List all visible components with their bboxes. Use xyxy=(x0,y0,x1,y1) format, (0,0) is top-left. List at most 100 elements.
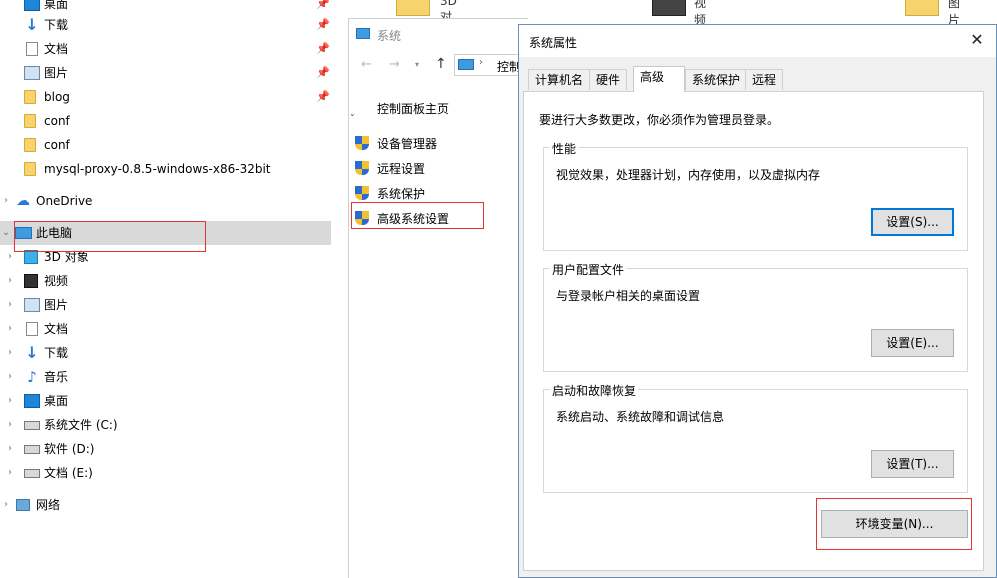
up-arrow-icon[interactable]: ↑ xyxy=(435,56,447,72)
computer-icon xyxy=(15,227,32,239)
nav-item-pc-desktop[interactable]: › 桌面 xyxy=(0,389,331,413)
close-icon[interactable]: ✕ xyxy=(966,29,988,51)
nav-item-pc-download[interactable]: › ↓ 下载 xyxy=(0,341,331,365)
nav-label: 3D 对象 xyxy=(44,250,89,264)
document-icon xyxy=(26,322,38,336)
tab-hardware[interactable]: 硬件 xyxy=(589,69,628,90)
nav-label: 图片 xyxy=(44,298,69,312)
chevron-down-icon[interactable]: ⌄ xyxy=(349,109,356,118)
pin-icon[interactable]: 📌 xyxy=(316,85,330,109)
admin-note: 要进行大多数更改，你必须作为管理员登录。 xyxy=(539,113,780,127)
3d-objects-folder-icon[interactable] xyxy=(396,0,430,16)
nav-item-drive-e[interactable]: › 文档 (E:) xyxy=(0,461,331,485)
tab-system-protection[interactable]: 系统保护 xyxy=(685,69,748,90)
nav-label: 此电脑 xyxy=(36,226,73,240)
nav-item-drive-d[interactable]: › 软件 (D:) xyxy=(0,437,331,461)
pin-icon[interactable]: 📌 xyxy=(316,61,330,85)
nav-item-documents[interactable]: 文档 📌 xyxy=(0,37,331,61)
link-label: 远程设置 xyxy=(377,162,426,176)
uac-shield-icon xyxy=(355,136,369,152)
back-arrow-icon[interactable]: ← xyxy=(361,57,372,72)
nav-item-drive-c[interactable]: › 系统文件 (C:) xyxy=(0,413,331,437)
uac-shield-icon xyxy=(355,161,369,177)
nav-label: 系统文件 (C:) xyxy=(44,418,118,432)
nav-item-network[interactable]: › 网络 xyxy=(0,493,331,517)
nav-item-download[interactable]: ↓ 下载 📌 xyxy=(0,13,331,37)
performance-group: 性能 视觉效果，处理器计划，内存使用，以及虚拟内存 设置(S)... xyxy=(543,140,968,251)
nav-label: 文档 xyxy=(44,42,69,56)
cloud-icon: ☁ xyxy=(16,193,30,209)
network-icon xyxy=(16,499,30,511)
chevron-right-icon[interactable]: › xyxy=(4,245,16,269)
picture-icon xyxy=(24,66,40,80)
tab-remote[interactable]: 远程 xyxy=(745,69,784,90)
chevron-right-icon[interactable]: › xyxy=(4,317,16,341)
chevron-right-icon[interactable]: › xyxy=(4,293,16,317)
environment-variables-button[interactable]: 环境变量(N)... xyxy=(821,510,968,538)
nav-item-onedrive[interactable]: › ☁ OneDrive xyxy=(0,189,331,213)
video-folder-icon[interactable] xyxy=(652,0,686,16)
folder-icon xyxy=(24,162,36,176)
tab-advanced[interactable]: 高级 xyxy=(633,66,685,92)
nav-label: 网络 xyxy=(36,498,61,512)
group-description: 系统启动、系统故障和调试信息 xyxy=(556,410,725,424)
chevron-right-icon[interactable]: › xyxy=(0,189,12,213)
chevron-right-icon[interactable]: › xyxy=(4,365,16,389)
picture-icon xyxy=(24,298,40,312)
nav-label: 视频 xyxy=(44,274,69,288)
chevron-right-icon[interactable]: › xyxy=(4,437,16,461)
user-profiles-settings-button[interactable]: 设置(E)... xyxy=(871,329,954,357)
folder-icon xyxy=(24,138,36,152)
group-label: 用户配置文件 xyxy=(550,261,627,278)
video-icon xyxy=(24,274,38,288)
pin-icon[interactable]: 📌 xyxy=(316,37,330,61)
chevron-right-icon[interactable]: › xyxy=(0,493,12,517)
link-label: 设备管理器 xyxy=(377,137,438,151)
control-panel-home-link[interactable]: 控制面板主页 xyxy=(377,100,449,117)
drive-icon xyxy=(24,469,40,478)
picture-folder-icon[interactable] xyxy=(905,0,939,16)
nav-label: conf xyxy=(44,114,70,128)
performance-settings-button[interactable]: 设置(S)... xyxy=(871,208,954,236)
nav-item-mysql-proxy[interactable]: mysql-proxy-0.8.5-windows-x86-32bit xyxy=(0,157,331,181)
dialog-title: 系统属性 xyxy=(529,36,578,50)
dialog-titlebar[interactable]: 系统属性 ✕ xyxy=(519,25,996,57)
nav-item-music[interactable]: › ♪ 音乐 xyxy=(0,365,331,389)
chevron-down-icon[interactable]: ▾ xyxy=(415,60,419,69)
nav-label: OneDrive xyxy=(36,194,93,208)
forward-arrow-icon[interactable]: → xyxy=(389,57,400,72)
breadcrumb-separator-icon: › xyxy=(479,57,483,68)
nav-item-pictures[interactable]: 图片 📌 xyxy=(0,61,331,85)
computer-icon xyxy=(458,59,474,70)
chevron-right-icon[interactable]: › xyxy=(4,461,16,485)
music-icon: ♪ xyxy=(27,368,37,386)
nav-label: mysql-proxy-0.8.5-windows-x86-32bit xyxy=(44,162,271,176)
chevron-right-icon[interactable]: › xyxy=(4,269,16,293)
desktop-icon xyxy=(24,0,40,11)
group-description: 视觉效果，处理器计划，内存使用，以及虚拟内存 xyxy=(556,168,821,182)
nav-item-video[interactable]: › 视频 xyxy=(0,269,331,293)
startup-recovery-settings-button[interactable]: 设置(T)... xyxy=(871,450,954,478)
nav-item-conf-2[interactable]: conf xyxy=(0,133,331,157)
folder-icon xyxy=(24,90,36,104)
nav-item-this-pc[interactable]: ⌄ 此电脑 xyxy=(0,221,331,245)
user-profiles-group: 用户配置文件 与登录帐户相关的桌面设置 设置(E)... xyxy=(543,261,968,372)
group-label: 性能 xyxy=(550,140,579,157)
system-drive-icon xyxy=(24,421,40,430)
system-properties-dialog: 系统属性 ✕ 计算机名 硬件 高级 系统保护 远程 要进行大多数更改，你必须作为… xyxy=(518,24,997,578)
nav-label: conf xyxy=(44,138,70,152)
nav-item-pc-pictures[interactable]: › 图片 xyxy=(0,293,331,317)
pin-icon[interactable]: 📌 xyxy=(316,13,330,37)
chevron-right-icon[interactable]: › xyxy=(4,413,16,437)
nav-item-conf-1[interactable]: conf xyxy=(0,109,331,133)
nav-item-3d-objects[interactable]: › 3D 对象 xyxy=(0,245,331,269)
chevron-right-icon[interactable]: › xyxy=(4,341,16,365)
group-description: 与登录帐户相关的桌面设置 xyxy=(556,289,701,303)
computer-icon xyxy=(356,28,370,39)
nav-item-blog[interactable]: blog 📌 xyxy=(0,85,331,109)
chevron-down-icon[interactable]: ⌄ xyxy=(0,221,12,245)
nav-item-pc-documents[interactable]: › 文档 xyxy=(0,317,331,341)
chevron-right-icon[interactable]: › xyxy=(4,389,16,413)
drive-icon xyxy=(24,445,40,454)
tab-computer-name[interactable]: 计算机名 xyxy=(528,69,591,90)
